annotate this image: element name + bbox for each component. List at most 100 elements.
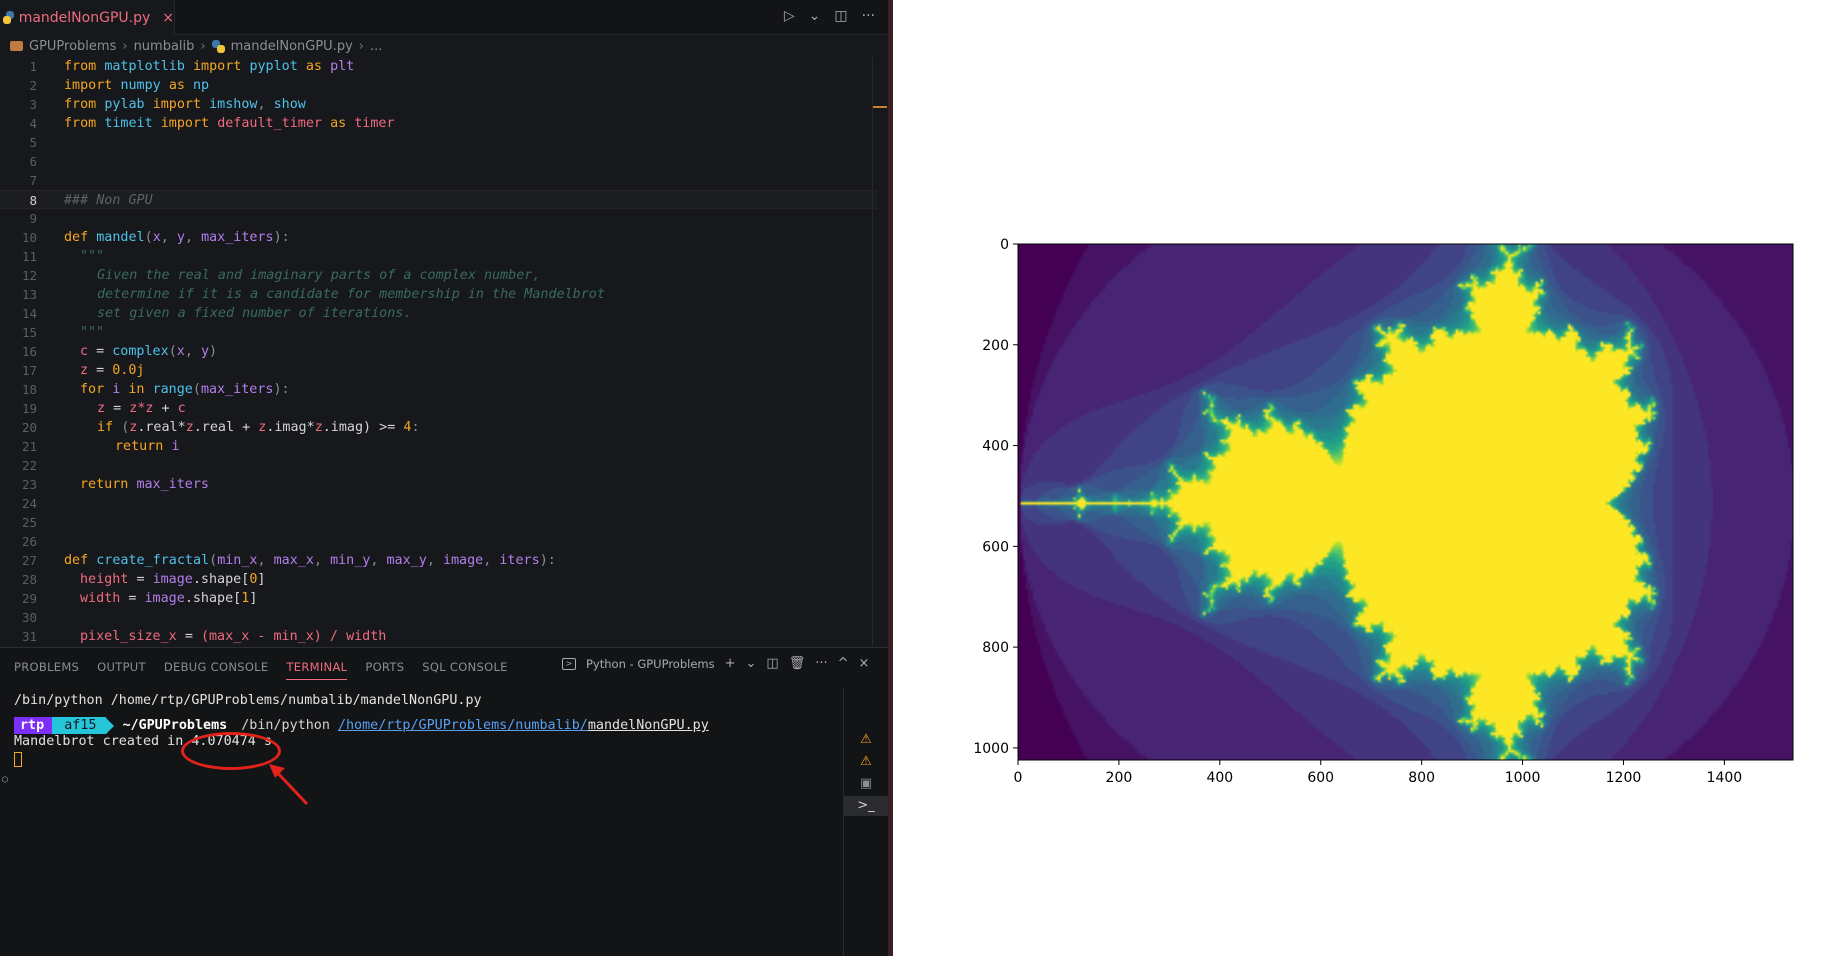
more-actions-icon[interactable]: ··· bbox=[815, 656, 827, 671]
code-token: import bbox=[193, 59, 242, 74]
python-file-icon bbox=[211, 39, 225, 53]
code-token: matplotlib bbox=[104, 59, 185, 74]
tab-output[interactable]: OUTPUT bbox=[97, 660, 146, 680]
code-token: ) bbox=[209, 344, 218, 359]
mandelbrot-plot: 0 200 400 600 800 1000 1200 1400 0 200 400 600 800 10… bbox=[973, 237, 1794, 786]
code-docstring: set given a fixed number of iterations. bbox=[97, 306, 412, 321]
code-token: , bbox=[370, 553, 379, 568]
code-token: from bbox=[64, 97, 97, 112]
code-line: 20 if (z.real*z.real + z.imag*z.imag) >= … bbox=[0, 418, 878, 437]
tab-problems[interactable]: PROBLEMS bbox=[14, 660, 79, 680]
code-token: imshow bbox=[209, 97, 258, 112]
breadcrumb-item-gpuproblems[interactable]: GPUProblems bbox=[29, 39, 116, 54]
code-token: height bbox=[80, 572, 129, 587]
x-tick-label: 0 bbox=[1014, 770, 1023, 786]
code-token: = bbox=[136, 572, 145, 587]
y-tick-label: 1000 bbox=[973, 741, 1009, 757]
line-number: 3 bbox=[29, 97, 37, 112]
scrollbar-marker bbox=[873, 106, 887, 108]
code-line: 26 bbox=[0, 532, 878, 551]
code-editor[interactable]: 1 from matplotlib import pyplot as plt 2 i… bbox=[0, 57, 878, 646]
code-token: return bbox=[80, 477, 129, 492]
code-token: .shape[ bbox=[184, 591, 242, 606]
code-line: 27 def create_fractal(min_x, max_x, min_y… bbox=[0, 551, 878, 570]
editor-scrollbar[interactable] bbox=[872, 57, 873, 646]
code-token: y bbox=[200, 344, 209, 359]
tab-label: mandelNonGPU.py bbox=[18, 9, 151, 26]
code-token: image bbox=[152, 572, 193, 587]
tab-ports[interactable]: PORTS bbox=[365, 660, 404, 680]
code-line: 17 z = 0.0j bbox=[0, 361, 878, 380]
line-number: 24 bbox=[21, 496, 37, 511]
breadcrumb-separator: › bbox=[200, 38, 206, 54]
code-token: pylab bbox=[104, 97, 145, 112]
code-line: 30 bbox=[0, 608, 878, 627]
run-icon[interactable]: ▷ bbox=[784, 8, 795, 24]
line-number: 16 bbox=[21, 344, 37, 359]
more-actions-icon[interactable]: ··· bbox=[862, 8, 875, 24]
tab-terminal[interactable]: TERMINAL bbox=[286, 660, 348, 680]
line-number: 7 bbox=[29, 173, 37, 188]
line-number: 14 bbox=[21, 306, 37, 321]
maximize-panel-icon[interactable]: ^ bbox=[838, 656, 849, 671]
code-token: , bbox=[160, 230, 169, 245]
chevron-down-icon[interactable]: ⌄ bbox=[746, 656, 757, 671]
close-panel-icon[interactable]: × bbox=[859, 656, 870, 671]
code-token: x bbox=[176, 344, 185, 359]
code-token: z bbox=[80, 363, 89, 378]
x-tick-label: 1200 bbox=[1606, 770, 1642, 786]
close-icon[interactable]: × bbox=[162, 10, 174, 26]
code-token: mandel bbox=[96, 230, 145, 245]
code-token: max_y bbox=[386, 553, 427, 568]
code-line: 31 pixel_size_x = (max_x - min_x) / width bbox=[0, 627, 878, 646]
terminal-name[interactable]: Python - GPUProblems bbox=[586, 657, 715, 671]
code-token: ): bbox=[539, 553, 556, 568]
line-number: 12 bbox=[21, 268, 37, 283]
prompt-file-link[interactable]: mandelNonGPU.py bbox=[588, 717, 709, 734]
warning-icon[interactable]: ⚠ bbox=[858, 754, 874, 770]
code-token: default_timer bbox=[217, 116, 322, 131]
prompt-arrow bbox=[106, 717, 115, 734]
editor-tab-mandelnongpu[interactable]: mandelNonGPU.py × bbox=[0, 0, 175, 35]
code-token: import bbox=[152, 97, 202, 112]
code-token: plt bbox=[330, 59, 355, 74]
breadcrumb-item-symbols[interactable]: ... bbox=[370, 39, 382, 54]
editor-actions: ▷ ⌄ ◫ ··· bbox=[784, 8, 875, 24]
terminal-list: ⚠ ⚠ ▣ >_ bbox=[843, 688, 888, 956]
tab-sql-console[interactable]: SQL CONSOLE bbox=[422, 660, 507, 680]
code-line: 5 bbox=[0, 133, 878, 152]
prompt-user: rtp bbox=[14, 717, 53, 734]
warning-icon[interactable]: ⚠ bbox=[858, 732, 874, 748]
terminal[interactable]: /bin/python /home/rtp/GPUProblems/numbal… bbox=[0, 688, 843, 956]
split-editor-icon[interactable]: ◫ bbox=[834, 8, 847, 24]
code-docstring: Given the real and imaginary parts of a … bbox=[97, 268, 541, 283]
line-number: 1 bbox=[29, 59, 37, 74]
code-token: z bbox=[97, 401, 106, 416]
x-tick-label: 800 bbox=[1408, 770, 1435, 786]
terminal-item-active-icon[interactable]: >_ bbox=[844, 796, 888, 816]
chevron-down-icon[interactable]: ⌄ bbox=[809, 8, 821, 24]
code-line: 14 set given a fixed number of iterations… bbox=[0, 304, 878, 323]
line-number: 30 bbox=[21, 610, 37, 625]
code-token: as bbox=[330, 116, 347, 131]
breadcrumb-item-numbalib[interactable]: numbalib bbox=[134, 39, 195, 54]
code-token: i bbox=[171, 439, 180, 454]
terminal-prompt: rtp af15 ~/GPUProblems /bin/python /home… bbox=[14, 717, 709, 734]
code-line: 11 """ bbox=[0, 247, 878, 266]
terminal-icon: > bbox=[562, 657, 576, 670]
breadcrumb-item-file[interactable]: mandelNonGPU.py bbox=[231, 39, 353, 54]
terminal-item-icon[interactable]: ▣ bbox=[858, 776, 874, 792]
code-token: for bbox=[80, 382, 105, 397]
code-token: , bbox=[184, 344, 193, 359]
code-token: np bbox=[193, 78, 210, 93]
trash-icon[interactable]: 🗑 bbox=[789, 656, 806, 671]
split-terminal-icon[interactable]: ◫ bbox=[766, 656, 778, 671]
tab-debug-console[interactable]: DEBUG CONSOLE bbox=[164, 660, 269, 680]
code-token: ( bbox=[209, 553, 218, 568]
code-token: , bbox=[426, 553, 435, 568]
add-terminal-icon[interactable]: + bbox=[725, 656, 736, 671]
code-token: .imag) >= bbox=[322, 420, 396, 435]
prompt-path-link[interactable]: /home/rtp/GPUProblems/numbalib/ bbox=[338, 717, 588, 734]
code-token: def bbox=[64, 230, 89, 245]
code-docstring: """ bbox=[80, 325, 105, 340]
